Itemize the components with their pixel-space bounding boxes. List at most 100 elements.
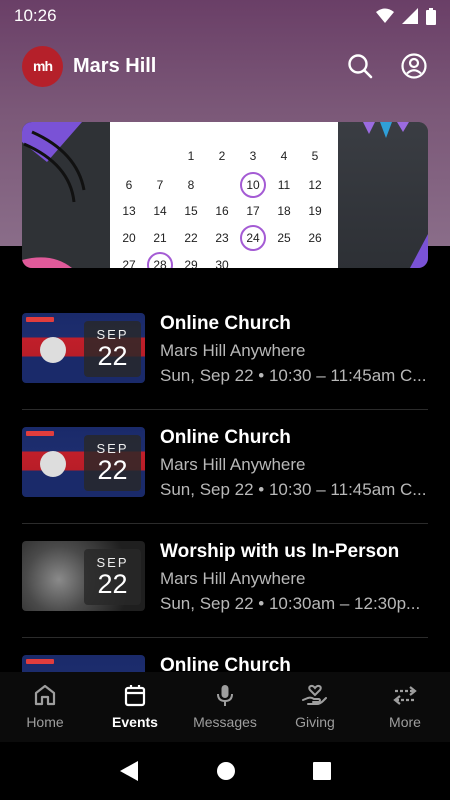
mars-hill-logo[interactable]: mh bbox=[22, 45, 63, 87]
profile-button[interactable] bbox=[400, 52, 428, 80]
calendar-row: 1 2 3 4 5 bbox=[110, 143, 339, 169]
date-badge: SEP 22 bbox=[84, 321, 141, 377]
event-time: Sun, Sep 22 • 10:30am – 12:30p... bbox=[160, 594, 421, 613]
calendar-day: 18 bbox=[277, 204, 291, 218]
tab-messages[interactable]: Messages bbox=[180, 672, 270, 742]
calendar-day-highlighted: 28 bbox=[145, 252, 175, 268]
tab-giving[interactable]: Giving bbox=[270, 672, 360, 742]
calendar-day: 6 bbox=[125, 178, 133, 192]
calendar-day: 12 bbox=[308, 178, 322, 192]
calendar-day: 28 bbox=[147, 252, 173, 268]
event-item[interactable]: SEP 22 Worship with us In-Person Mars Hi… bbox=[0, 524, 450, 638]
thumbnail-logo bbox=[40, 337, 66, 363]
status-icons bbox=[376, 7, 436, 25]
event-location: Mars Hill Anywhere bbox=[160, 341, 306, 360]
event-time: Sun, Sep 22 • 10:30 – 11:45am C... bbox=[160, 480, 427, 499]
date-month: SEP bbox=[96, 441, 129, 456]
signal-icon bbox=[402, 8, 418, 24]
calendar-day: 17 bbox=[246, 204, 260, 218]
recents-icon[interactable] bbox=[313, 762, 332, 780]
calendar-day: 25 bbox=[277, 231, 291, 245]
event-thumbnail: SEP 22 bbox=[22, 313, 145, 383]
home-icon bbox=[32, 682, 58, 708]
event-item[interactable]: SEP 22 Online Church Mars Hill Anywhere … bbox=[0, 410, 450, 524]
tab-label: Home bbox=[26, 714, 64, 730]
giving-hand-icon bbox=[302, 682, 328, 708]
calendar-day: 24 bbox=[240, 225, 266, 251]
tab-events[interactable]: Events bbox=[90, 672, 180, 742]
search-icon bbox=[348, 54, 373, 79]
date-day: 22 bbox=[97, 569, 128, 599]
calendar-day: 30 bbox=[215, 258, 229, 268]
back-icon[interactable] bbox=[119, 760, 139, 782]
calendar-day: 21 bbox=[153, 231, 167, 245]
header-actions bbox=[346, 52, 428, 80]
bottom-tab-bar: Home Events Messages Giving More bbox=[0, 672, 450, 742]
date-badge: SEP 22 bbox=[84, 435, 141, 491]
tab-more[interactable]: More bbox=[360, 672, 450, 742]
calendar-day: 15 bbox=[184, 204, 198, 218]
calendar-day: 14 bbox=[153, 204, 167, 218]
calendar-day: 2 bbox=[218, 149, 226, 163]
status-time: 10:26 bbox=[14, 6, 57, 25]
calendar-day: 4 bbox=[280, 149, 288, 163]
featured-banner[interactable]: 1 2 3 4 5 6 7 8 10 11 12 13 14 15 16 17 … bbox=[22, 122, 428, 268]
search-button[interactable] bbox=[346, 52, 374, 80]
home-button-icon[interactable] bbox=[216, 761, 236, 781]
event-thumbnail: SEP 22 bbox=[22, 427, 145, 497]
swap-arrows-icon bbox=[392, 682, 418, 708]
calendar-day: 8 bbox=[187, 178, 195, 192]
event-thumbnail: SEP 22 bbox=[22, 541, 145, 611]
calendar-row: 20 21 22 23 24 25 26 bbox=[110, 225, 339, 251]
calendar-row: 13 14 15 16 17 18 19 bbox=[110, 198, 339, 224]
calendar-day-highlighted: 24 bbox=[238, 225, 268, 251]
date-month: SEP bbox=[96, 327, 129, 342]
calendar-day: 11 bbox=[277, 178, 291, 192]
calendar-day: 5 bbox=[311, 149, 319, 163]
calendar-graphic: 1 2 3 4 5 6 7 8 10 11 12 13 14 15 16 17 … bbox=[110, 122, 339, 268]
thumbnail-logo bbox=[40, 451, 66, 477]
banner-art-left bbox=[22, 122, 110, 268]
tab-label: Events bbox=[112, 714, 158, 730]
decorative-triangles-icon bbox=[363, 122, 428, 268]
calendar-day: 19 bbox=[308, 204, 322, 218]
event-title: Worship with us In-Person bbox=[160, 541, 400, 562]
calendar-day: 16 bbox=[215, 204, 229, 218]
date-month: SEP bbox=[96, 555, 129, 570]
tab-label: Messages bbox=[193, 714, 257, 730]
calendar-day: 13 bbox=[122, 204, 136, 218]
microphone-icon bbox=[212, 682, 238, 708]
calendar-day: 23 bbox=[215, 231, 229, 245]
account-circle-icon bbox=[401, 53, 427, 79]
banner-art-right bbox=[338, 122, 428, 268]
event-time: Sun, Sep 22 • 10:30 – 11:45am C... bbox=[160, 366, 427, 385]
calendar-day: 29 bbox=[184, 258, 198, 268]
tab-label: Giving bbox=[295, 714, 335, 730]
calendar-day: 26 bbox=[308, 231, 322, 245]
calendar-day: 27 bbox=[122, 258, 136, 268]
tab-label: More bbox=[389, 714, 421, 730]
calendar-day-highlighted: 10 bbox=[238, 172, 268, 198]
app-title: Mars Hill bbox=[73, 54, 157, 77]
calendar-day: 7 bbox=[156, 178, 164, 192]
decorative-shapes-icon bbox=[22, 122, 86, 268]
calendar-icon bbox=[122, 682, 148, 708]
status-bar: 10:26 bbox=[0, 0, 450, 32]
calendar-day: 10 bbox=[240, 172, 266, 198]
system-navigation-bar bbox=[0, 742, 450, 800]
date-day: 22 bbox=[97, 341, 128, 371]
event-title: Online Church bbox=[160, 313, 291, 334]
subscribe-tag bbox=[26, 659, 54, 664]
app-header: mh Mars Hill bbox=[0, 38, 450, 94]
date-badge: SEP 22 bbox=[84, 549, 141, 605]
calendar-day: 3 bbox=[249, 149, 257, 163]
tab-home[interactable]: Home bbox=[0, 672, 90, 742]
event-location: Mars Hill Anywhere bbox=[160, 569, 306, 588]
subscribe-tag bbox=[26, 317, 54, 322]
calendar-day: 20 bbox=[122, 231, 136, 245]
event-item[interactable]: SEP 22 Online Church Mars Hill Anywhere … bbox=[0, 296, 450, 410]
battery-icon bbox=[426, 7, 436, 25]
calendar-day: 1 bbox=[187, 149, 195, 163]
wifi-icon bbox=[376, 8, 394, 23]
calendar-row: 27 28 29 30 bbox=[110, 252, 339, 268]
